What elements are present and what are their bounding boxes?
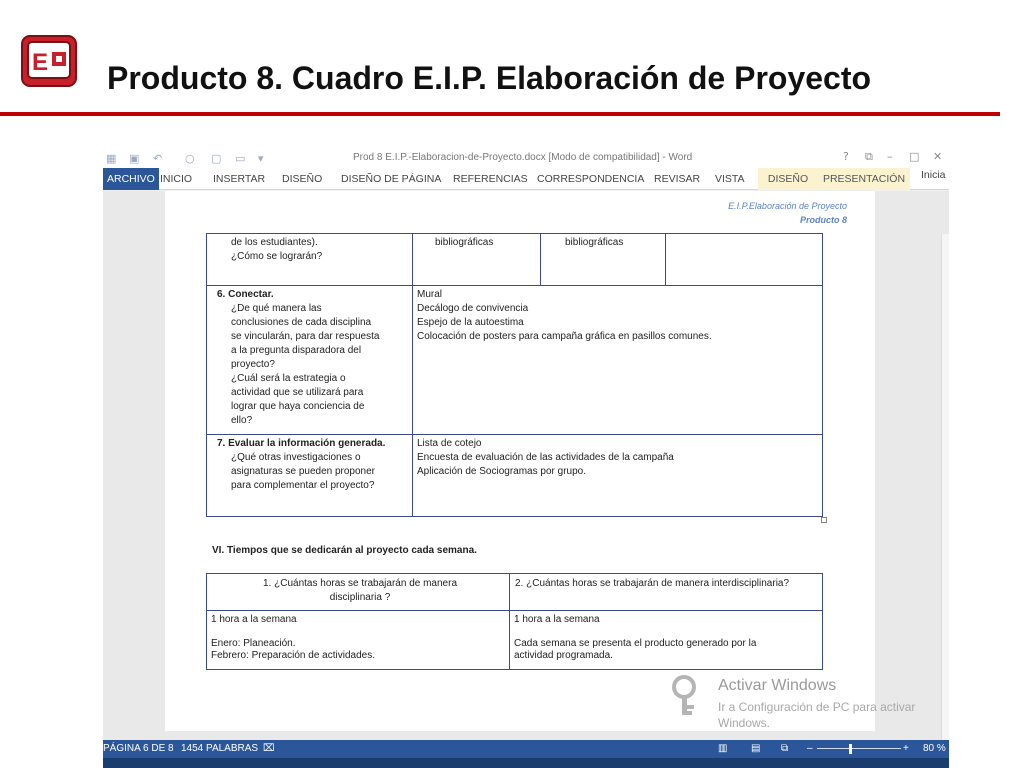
document-area: E.I.P.Elaboración de Proyecto Producto 8… (103, 191, 949, 768)
save-icon[interactable]: ▣ (129, 152, 139, 165)
table1-row2-answer: Lista de cotejo Encuesta de evaluación d… (417, 438, 674, 477)
table2-border-bottom (206, 669, 823, 670)
tab-diseno-de-pagina[interactable]: DISEÑO DE PÁGINA (341, 168, 441, 190)
tab-revisar[interactable]: REVISAR (654, 168, 700, 190)
tab-table-diseno[interactable]: DISEÑO (758, 168, 818, 190)
slide-title: Producto 8. Cuadro E.I.P. Elaboración de… (107, 60, 872, 96)
slide: E Producto 8. Cuadro E.I.P. Elaboración … (0, 0, 1024, 768)
svg-text:E: E (32, 49, 48, 76)
document-page: E.I.P.Elaboración de Proyecto Producto 8… (165, 191, 875, 731)
read-mode-icon[interactable]: ▥ (718, 743, 727, 754)
tab-diseno[interactable]: DISEÑO (282, 168, 322, 190)
zoom-out-button[interactable]: – (807, 743, 813, 754)
page-count[interactable]: PÁGINA 6 DE 8 (103, 743, 174, 754)
table2-border-right (822, 573, 823, 670)
table1-row1-heading: 6. Conectar. (217, 289, 274, 300)
activate-windows-watermark: Activar Windows Ir a Configuración de PC… (668, 673, 948, 733)
table1-border (665, 233, 666, 285)
table2-col2-body: 1 hora a la semana Cada semana se presen… (514, 614, 757, 661)
page-header-title: E.I.P.Elaboración de Proyecto (728, 201, 847, 211)
word-window: ▦ ▣ ↶ ○ ▢ ▭ ▾ Prod 8 E.I.P.-Elaboracion-… (103, 148, 949, 768)
tab-vista[interactable]: VISTA (715, 168, 745, 190)
table2-col1-body: 1 hora a la semana Enero: Planeación. Fe… (211, 614, 375, 661)
new-page-icon[interactable]: ▭ (235, 152, 245, 165)
table2-col2-header: 2. ¿Cuántas horas se trabajarán de maner… (515, 578, 790, 589)
ribbon-display-button[interactable]: ⧉ (865, 150, 873, 164)
table1-border (206, 434, 823, 435)
table1-border (412, 233, 413, 517)
customize-toolbar-icon[interactable]: ▾ (258, 152, 264, 165)
zoom-slider-thumb[interactable] (849, 744, 852, 754)
tab-inicio[interactable]: INICIO (160, 168, 192, 190)
table1-row0-question: de los estudiantes). ¿Cómo se lograrán? (231, 237, 323, 262)
help-button[interactable]: ? (843, 150, 849, 163)
table1-row0-cell: bibliográficas (565, 237, 624, 248)
eip-logo-icon: E (21, 35, 77, 87)
table2-border (206, 610, 823, 611)
page-header-subtitle: Producto 8 (799, 215, 847, 225)
redo-icon[interactable]: ○ (185, 152, 195, 165)
tab-correspondencia[interactable]: CORRESPONDENCIA (537, 168, 644, 190)
table1-border-bottom (206, 516, 823, 517)
undo-icon[interactable]: ↶ (153, 152, 162, 165)
table1-row0-cell: bibliográficas (435, 237, 494, 248)
key-icon (672, 675, 696, 715)
table2-border (509, 573, 510, 670)
table1-row1-answer: Mural Decálogo de convivencia Espejo de … (417, 289, 712, 342)
tab-presentacion[interactable]: PRESENTACIÓN (818, 168, 910, 190)
word-count[interactable]: 1454 PALABRAS (181, 743, 258, 754)
document-title: Prod 8 E.I.P.-Elaboracion-de-Proyecto.do… (353, 152, 693, 163)
web-layout-icon[interactable]: ⧉ (781, 743, 788, 754)
table2-border-top (206, 573, 823, 574)
maximize-button[interactable]: □ (909, 150, 919, 163)
table2-border-left (206, 573, 207, 670)
close-button[interactable]: ✕ (933, 150, 942, 163)
section-heading: VI. Tiempos que se dedicarán al proyecto… (212, 545, 477, 556)
table1-border (540, 233, 541, 285)
table1-row2-question: ¿Qué otras investigaciones o asignaturas… (231, 452, 375, 491)
watermark-subtitle: Ir a Configuración de PC para activar Wi… (718, 700, 916, 730)
new-document-icon[interactable]: ▢ (211, 152, 221, 165)
minimize-button[interactable]: – (887, 150, 893, 163)
status-bar: PÁGINA 6 DE 8 1454 PALABRAS ⌧ ▥ ▤ ⧉ – + … (103, 740, 949, 758)
table1-border-top (206, 233, 823, 234)
watermark-title: Activar Windows (718, 677, 837, 694)
proofing-icon[interactable]: ⌧ (263, 743, 275, 754)
table2-col1-header: 1. ¿Cuántas horas se trabajarán de maner… (263, 578, 457, 603)
ribbon-tabs: ARCHIVO INICIO INSERTAR DISEÑO DISEÑO DE… (103, 168, 949, 190)
table1-row2-heading: 7. Evaluar la información generada. (217, 438, 386, 449)
tab-archivo[interactable]: ARCHIVO (103, 168, 159, 190)
quick-access-toolbar: ▦ ▣ ↶ ○ ▢ ▭ ▾ Prod 8 E.I.P.-Elaboracion-… (103, 148, 949, 168)
title-divider (0, 112, 1000, 116)
sign-in-link[interactable]: Inicia (921, 164, 946, 186)
table1-border-left (206, 233, 207, 517)
tab-insertar[interactable]: INSERTAR (213, 168, 265, 190)
windows-taskbar (103, 758, 949, 768)
table1-border (206, 285, 823, 286)
print-layout-icon[interactable]: ▤ (751, 743, 760, 754)
tab-referencias[interactable]: REFERENCIAS (453, 168, 528, 190)
table-resize-handle[interactable] (821, 517, 827, 523)
table1-border-right (822, 233, 823, 517)
zoom-slider[interactable] (817, 748, 901, 749)
word-app-icon[interactable]: ▦ (106, 152, 116, 165)
zoom-level[interactable]: 80 % (923, 743, 946, 754)
table1-row1-question: ¿De qué manera las conclusiones de cada … (231, 303, 380, 426)
zoom-in-button[interactable]: + (903, 743, 909, 754)
